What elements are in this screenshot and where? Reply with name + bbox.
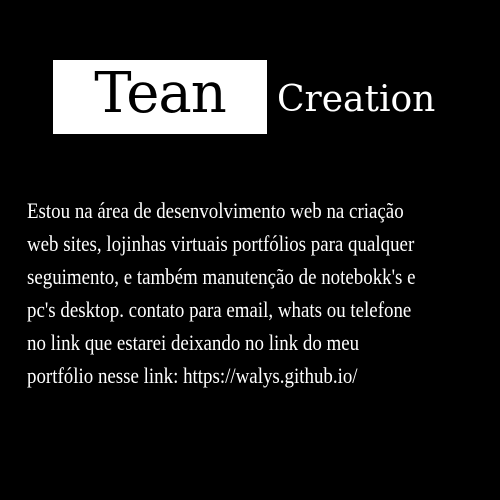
logo-main-word: Tean (94, 61, 227, 126)
description-line: no link que estarei deixando no link do … (27, 330, 360, 355)
logo-box: Tean (53, 60, 267, 134)
description-text: Estou na área de desenvolvimento web na … (27, 194, 416, 392)
description-line: seguimento, e também manutenção de noteb… (27, 264, 416, 289)
page: Tean Creation Estou na área de desenvolv… (0, 0, 500, 500)
brand-logo: Tean Creation (0, 0, 500, 160)
logo-second-word: Creation (277, 79, 436, 120)
description-line: Estou na área de desenvolvimento web na … (27, 198, 404, 223)
description-line: pc's desktop. contato para email, whats … (27, 297, 412, 322)
description-line: portfólio nesse link: https://walys.gith… (27, 363, 358, 388)
description-line: web sites, lojinhas virtuais portfólios … (27, 231, 415, 256)
